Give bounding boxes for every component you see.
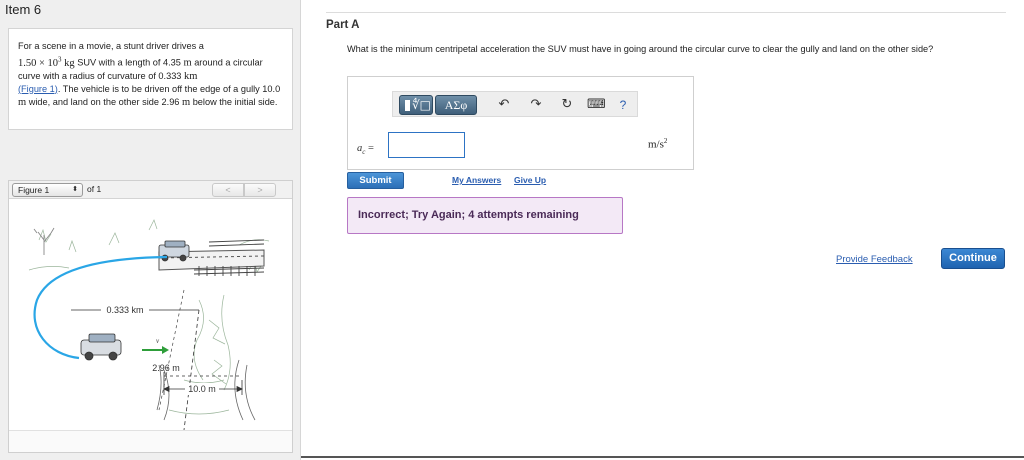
item-title: Item 6 (5, 2, 42, 17)
part-title[interactable]: Part A (326, 19, 359, 31)
radius-label: 0.333 km (106, 305, 143, 315)
gully-figure: 0.333 km v 2.96 m 10.0 m (28, 219, 270, 431)
velocity-arrow (142, 346, 169, 354)
jump-trajectory (183, 309, 200, 431)
next-figure-button[interactable]: > (244, 183, 276, 197)
submit-button[interactable]: Submit (347, 172, 404, 189)
my-answers-link[interactable]: My Answers (452, 175, 501, 185)
redo-icon[interactable]: ↷ (527, 96, 545, 114)
figure-toolbar: Figure 1 ⬍ of 1 < > (9, 181, 292, 199)
answer-area: ∜□ ΑΣφ ↶ ↷ ↻ ⌨ ? ac = m/s2 (347, 76, 694, 170)
keyboard-icon[interactable]: ⌨ (587, 96, 606, 114)
part-divider (326, 12, 1006, 13)
answer-unit: m/s2 (648, 137, 668, 151)
left-panel: Item 6 For a scene in a movie, a stunt d… (0, 0, 301, 460)
undo-icon[interactable]: ↶ (495, 96, 513, 114)
problem-statement: For a scene in a movie, a stunt driver d… (8, 28, 293, 130)
question-text: What is the minimum centripetal accelera… (347, 44, 934, 54)
math-toolbar: ∜□ ΑΣφ ↶ ↷ ↻ ⌨ ? (392, 91, 638, 117)
select-arrows-icon: ⬍ (72, 186, 78, 193)
give-up-link[interactable]: Give Up (514, 175, 546, 185)
lower-suv (80, 333, 122, 361)
templates-icon (405, 100, 410, 111)
figure-panel: Figure 1 ⬍ of 1 < > 0.333 km v 2.96 m 10… (8, 180, 293, 453)
continue-button[interactable]: Continue (941, 248, 1005, 269)
bottom-divider (301, 456, 1024, 458)
figure-footer (9, 430, 292, 452)
gully-width-label: 10.0 m (188, 384, 216, 394)
velocity-label: v (156, 337, 160, 345)
templates-button[interactable]: ∜□ (399, 95, 433, 115)
greek-symbols-button[interactable]: ΑΣφ (435, 95, 477, 115)
feedback-message: Incorrect; Try Again; 4 attempts remaini… (347, 197, 623, 234)
help-button[interactable]: ? (614, 96, 632, 114)
tree-left (33, 227, 55, 255)
mass-value: 1.50 × 103 kg (18, 55, 75, 69)
terrain-sketch (28, 219, 270, 415)
answer-input[interactable] (388, 132, 465, 158)
figure-select[interactable]: Figure 1 ⬍ (12, 183, 83, 197)
figure-count: of 1 (87, 184, 102, 194)
reset-icon[interactable]: ↻ (558, 96, 576, 114)
provide-feedback-link[interactable]: Provide Feedback (836, 254, 913, 265)
answer-variable: ac = (357, 143, 374, 157)
height-label: 2.96 m (152, 363, 180, 373)
prev-figure-button[interactable]: < (212, 183, 244, 197)
figure-link[interactable]: (Figure 1) (18, 84, 58, 94)
